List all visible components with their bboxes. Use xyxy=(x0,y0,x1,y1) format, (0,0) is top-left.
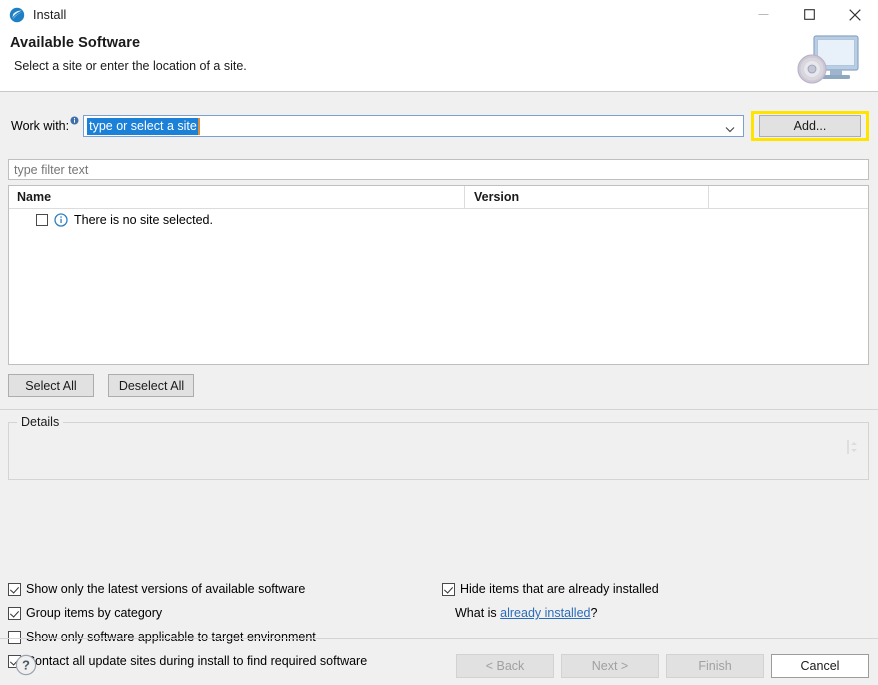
table-header: Name Version xyxy=(9,186,868,209)
selection-buttons: Select All Deselect All xyxy=(8,374,205,397)
filter-placeholder: type filter text xyxy=(14,163,88,177)
window-title: Install xyxy=(33,8,66,22)
what-is-prefix: What is xyxy=(455,606,500,620)
column-header-version[interactable]: Version xyxy=(464,186,708,208)
option-label: Show only the latest versions of availab… xyxy=(26,582,305,596)
maximize-button[interactable] xyxy=(786,0,832,29)
filter-input[interactable]: type filter text xyxy=(8,159,869,180)
already-installed-link[interactable]: already installed xyxy=(500,606,590,620)
section-divider xyxy=(0,409,878,410)
option-contact-all-update-sites[interactable]: Contact all update sites during install … xyxy=(8,649,367,673)
window-controls xyxy=(740,0,878,29)
option-label: Hide items that are already installed xyxy=(460,582,659,596)
option-target-environment[interactable]: Show only software applicable to target … xyxy=(8,625,316,649)
checkbox-group-by-category[interactable] xyxy=(8,607,21,620)
option-group-by-category[interactable]: Group items by category xyxy=(8,601,162,625)
option-label: Group items by category xyxy=(26,606,162,620)
checkbox-show-latest-versions[interactable] xyxy=(8,583,21,596)
minimize-button[interactable] xyxy=(740,0,786,29)
page-title: Available Software xyxy=(10,35,140,51)
checkbox-hide-installed[interactable] xyxy=(442,583,455,596)
page-subtitle: Select a site or enter the location of a… xyxy=(14,59,247,73)
work-with-input[interactable]: type or select a site xyxy=(87,118,200,135)
add-button[interactable]: Add... xyxy=(759,115,861,137)
option-hide-installed[interactable]: Hide items that are already installed xyxy=(442,577,659,601)
info-circle-icon xyxy=(54,213,68,227)
work-with-combo[interactable]: type or select a site xyxy=(83,115,744,137)
chevron-down-icon[interactable] xyxy=(725,122,735,129)
finish-button[interactable]: Finish xyxy=(666,654,764,678)
details-legend: Details xyxy=(17,415,63,429)
next-button[interactable]: Next > xyxy=(561,654,659,678)
column-header-extra[interactable] xyxy=(708,186,868,208)
info-superscript-icon xyxy=(70,114,79,123)
deselect-all-button[interactable]: Deselect All xyxy=(108,374,194,397)
what-is-suffix: ? xyxy=(591,606,598,620)
back-button[interactable]: < Back xyxy=(456,654,554,678)
resize-grip-icon[interactable] xyxy=(847,439,861,455)
select-all-button[interactable]: Select All xyxy=(8,374,94,397)
help-question-icon[interactable]: ? xyxy=(15,654,37,676)
work-with-label: Work with: xyxy=(11,119,79,133)
row-name-label: There is no site selected. xyxy=(74,213,213,227)
option-show-latest-versions[interactable]: Show only the latest versions of availab… xyxy=(8,577,305,601)
row-checkbox[interactable] xyxy=(36,214,48,226)
checkbox-target-environment[interactable] xyxy=(8,631,21,644)
footer-divider xyxy=(0,638,878,639)
svg-text:?: ? xyxy=(22,658,30,673)
close-button[interactable] xyxy=(832,0,878,29)
work-with-row: Work with: type or select a site Add... xyxy=(0,114,878,138)
table-row[interactable]: There is no site selected. xyxy=(9,209,868,231)
monitor-with-disc-icon xyxy=(792,28,870,90)
what-is-already-installed: What is already installed? xyxy=(455,606,597,620)
cancel-button[interactable]: Cancel xyxy=(771,654,869,678)
add-button-highlight: Add... xyxy=(751,111,869,141)
column-header-name[interactable]: Name xyxy=(9,186,464,208)
title-bar: Install xyxy=(0,0,878,29)
dialog-body: Work with: type or select a site Add... … xyxy=(0,92,878,685)
wizard-header: Available Software Select a site or ente… xyxy=(0,29,878,92)
option-label: Show only software applicable to target … xyxy=(26,630,316,644)
wizard-navigation-buttons: < Back Next > Finish Cancel xyxy=(449,654,869,678)
details-panel: Details xyxy=(8,422,869,480)
eclipse-install-icon xyxy=(9,7,25,23)
software-table[interactable]: Name Version There is no site selected. xyxy=(8,185,869,365)
option-label: Contact all update sites during install … xyxy=(26,654,367,668)
